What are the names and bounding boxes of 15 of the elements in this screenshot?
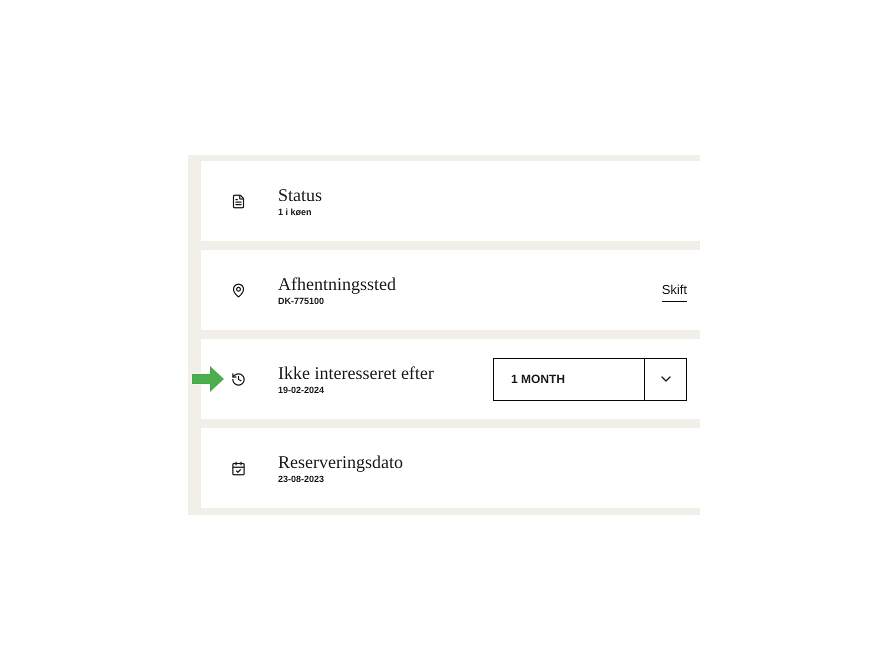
card-title: Afhentningssted: [278, 273, 396, 295]
location-pin-icon: [231, 282, 246, 298]
history-icon: [231, 372, 246, 386]
change-link[interactable]: Skift: [662, 280, 687, 302]
period-select[interactable]: 1 MONTH: [493, 358, 687, 400]
card-title: Status: [278, 184, 322, 206]
select-value: 1 MONTH: [510, 371, 566, 388]
card-subtitle: DK-775100: [278, 295, 326, 307]
card-subtitle: 19-02-2024: [278, 384, 326, 396]
card-subtitle: 1 i køen: [278, 206, 313, 218]
card-title: Reserveringsdato: [278, 451, 403, 473]
card-title: Ikke interesseret efter: [278, 362, 434, 384]
card-subtitle: 23-08-2023: [278, 473, 326, 485]
calendar-check-icon: [231, 460, 246, 476]
document-icon: [231, 194, 246, 208]
